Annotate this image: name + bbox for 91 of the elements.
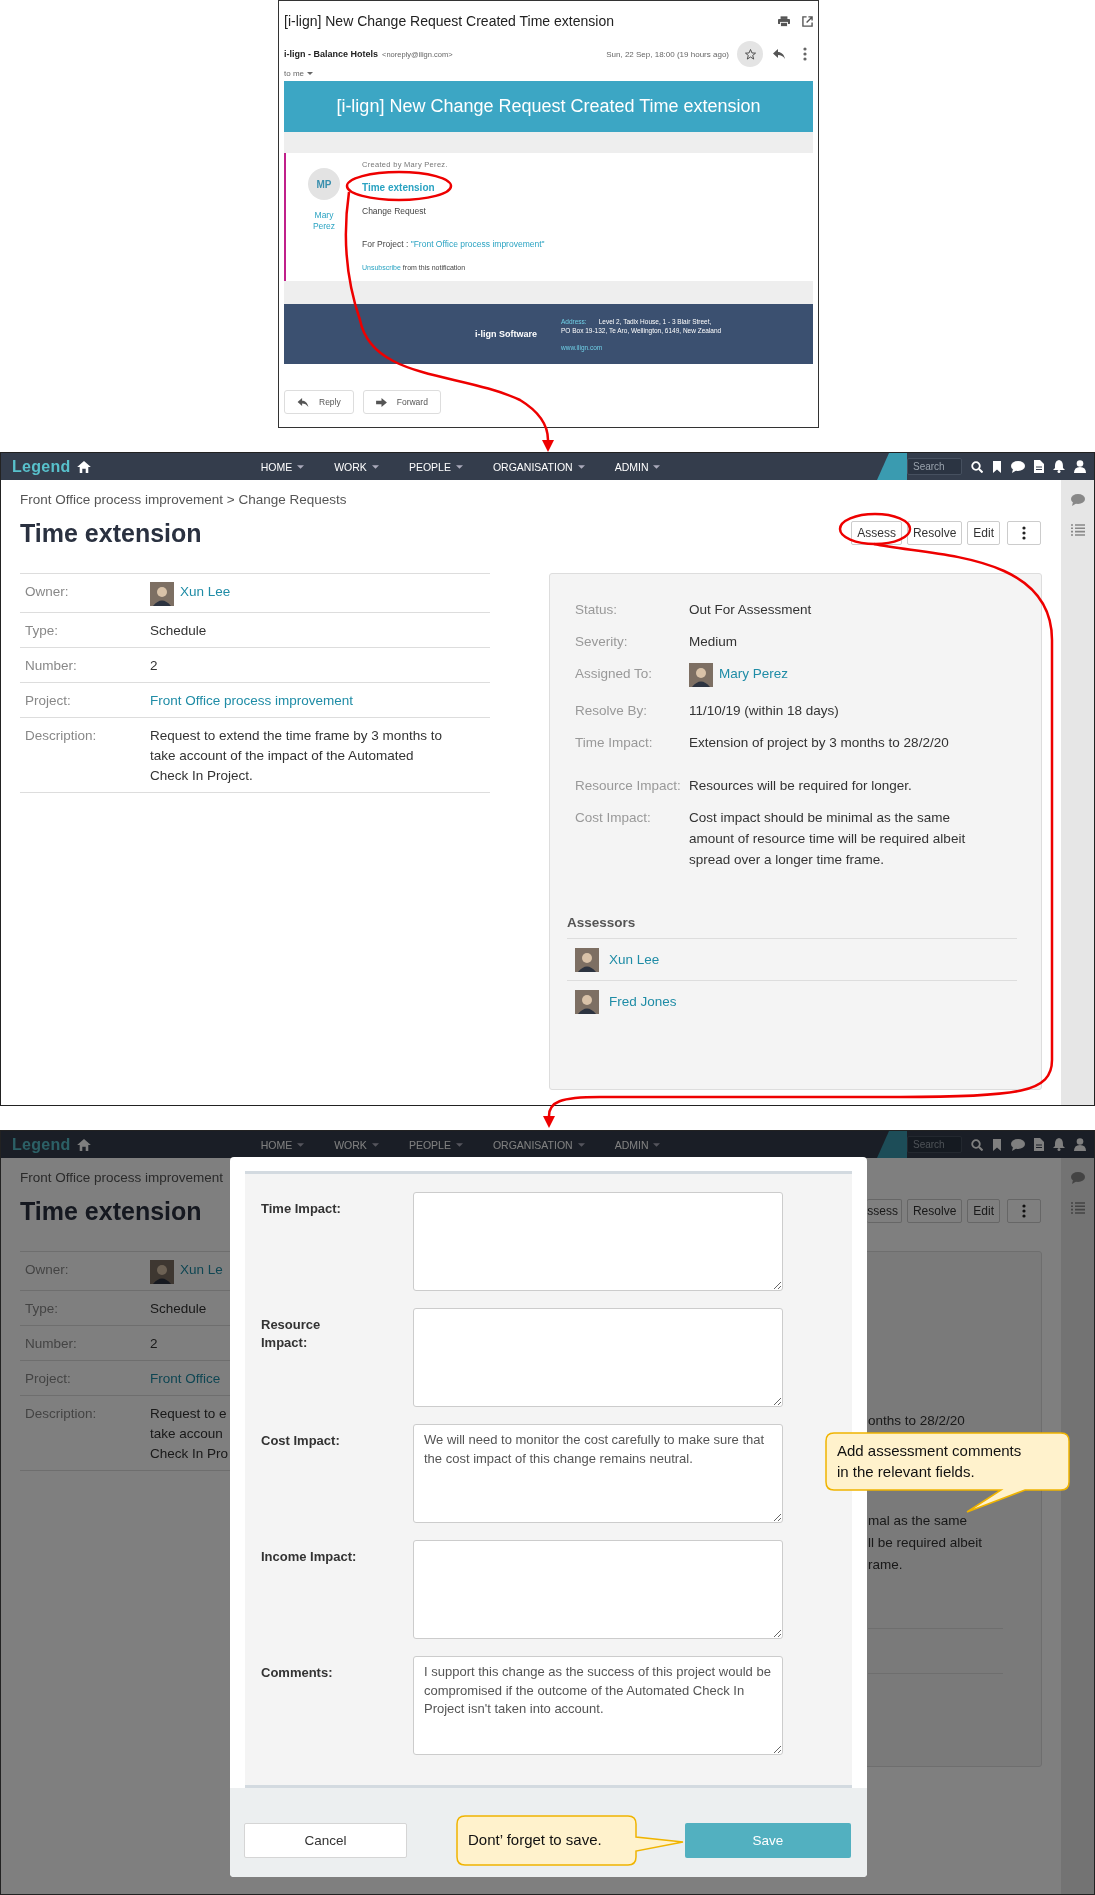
field-label: Project: — [25, 692, 72, 710]
field-value: onths to 28/2/20 — [868, 1412, 966, 1430]
page-title: Time extension — [20, 518, 202, 548]
field-value: Request to e — [150, 1405, 227, 1423]
person-link[interactable]: Xun Lee — [609, 952, 660, 967]
sender-name: i-lign - Balance Hotels — [284, 49, 379, 59]
field-value: rame. — [868, 1556, 904, 1574]
field-value: 2 — [150, 657, 158, 675]
field-label: Owner: — [25, 583, 70, 601]
email-date: Sun, 22 Sep, 18:00 (19 hours ago) — [606, 49, 729, 59]
field-value: take accoun — [150, 1425, 223, 1443]
action-button[interactable]: Edit — [967, 521, 1000, 545]
person-link[interactable]: Mary Perez — [719, 663, 789, 684]
cancel-button[interactable]: Cancel — [244, 1823, 407, 1858]
field-label: Cost Impact: — [261, 1432, 341, 1450]
action-button[interactable]: ssess — [867, 1199, 902, 1223]
initials-avatar: MP — [308, 168, 340, 200]
field-label: Type: — [25, 1300, 60, 1318]
banner-title: [i-lign] New Change Request Created Time extension — [336, 96, 761, 117]
field-value: Request to extend the time frame by 3 months to take account of the impact of the Automated Check In Project. — [150, 727, 443, 785]
field-label: Income Impact: — [261, 1548, 358, 1566]
field-label: Resource Impact: — [575, 777, 682, 795]
nav-menu[interactable]: PEOPLE — [408, 1138, 463, 1151]
action-button[interactable]: Assess — [851, 521, 902, 545]
field-value: Out For Assessment — [689, 601, 812, 619]
nav-menu[interactable]: PEOPLE — [408, 460, 463, 473]
field-label: Project: — [25, 1370, 72, 1388]
page-title: Time extension — [20, 1196, 202, 1226]
author-name[interactable]: Mary Perez — [309, 210, 339, 232]
app-logo[interactable]: Legend — [12, 1135, 71, 1154]
app-logo[interactable]: Legend — [12, 457, 71, 476]
breadcrumb[interactable]: Front Office process improvement — [20, 1169, 224, 1187]
callout-text: Add assessment comments in the relevant fields. — [837, 1441, 1023, 1482]
breadcrumb[interactable]: Front Office process improvement > Change Requests — [20, 491, 347, 509]
field-label: Status: — [575, 601, 619, 619]
field-value: Schedule — [150, 622, 207, 640]
callout-text: Dont’ forget to save. — [468, 1830, 603, 1850]
reply-button[interactable]: Reply — [284, 390, 354, 414]
field-value: 11/10/19 (within 18 days) — [689, 702, 839, 720]
field-value: Medium — [689, 633, 737, 651]
field-label: Description: — [25, 727, 98, 745]
field-label: Resource Impact: — [261, 1316, 322, 1352]
person-link[interactable]: Fred Jones — [609, 994, 677, 1009]
project-link[interactable]: Front Office — [150, 1369, 221, 1389]
nav-menu[interactable]: ORGANISATION — [492, 460, 585, 473]
field-value: 2 — [150, 1335, 158, 1353]
project-line: For Project : "Front Office process improvement" — [362, 238, 545, 250]
nav-menu[interactable]: WORK — [334, 1138, 379, 1151]
action-button[interactable]: Resolve — [906, 521, 963, 545]
section-heading: Assessors — [567, 915, 1017, 939]
company-name: i-lign Software — [475, 329, 537, 339]
email-subject: [i-lign] New Change Request Created Time extension — [284, 13, 614, 29]
nav-menu[interactable]: ORGANISATION — [492, 1138, 585, 1151]
recipient[interactable]: to me — [284, 68, 304, 78]
field-value: Extension of project by 3 months to 28/2/20 — [689, 734, 949, 752]
text-area[interactable]: I support this change as the success of this project would be compromised if the outcome of the Automated Check In Project isn't taken into account. — [413, 1656, 783, 1755]
save-button[interactable]: Save — [685, 1823, 851, 1858]
nav-menu[interactable]: HOME — [260, 460, 305, 473]
field-label: Comments: — [261, 1664, 334, 1682]
person-link[interactable]: Xun Le — [180, 1260, 223, 1284]
field-label: Severity: — [575, 633, 629, 651]
text-area[interactable]: We will need to monitor the cost carefully to make sure that the cost impact of this change remains neutral. — [413, 1424, 783, 1523]
field-value: Check In Pro — [150, 1445, 229, 1463]
action-button[interactable]: Edit — [967, 1199, 1000, 1223]
project-link[interactable]: "Front Office process improvement" — [410, 239, 545, 249]
field-label: Type: — [25, 622, 60, 640]
nav-menu[interactable]: HOME — [260, 1138, 305, 1151]
field-label: Description: — [25, 1405, 98, 1423]
field-value: Resources will be required for longer. — [689, 777, 912, 795]
field-label: Number: — [25, 1335, 78, 1353]
field-label: Number: — [25, 657, 78, 675]
field-label: Time Impact: — [575, 734, 654, 752]
field-label: Owner: — [25, 1261, 70, 1279]
nav-menu[interactable]: ADMIN — [614, 1138, 661, 1151]
action-button[interactable]: Resolve — [906, 1199, 963, 1223]
nav-menu[interactable]: WORK — [334, 460, 379, 473]
nav-menu[interactable]: ADMIN — [614, 460, 661, 473]
field-value: ll be required albeit — [868, 1534, 984, 1552]
field-label: Cost Impact: — [575, 809, 652, 827]
search-field[interactable]: Search — [907, 458, 962, 475]
field-value: Schedule — [150, 1300, 207, 1318]
field-label: Assigned To: — [575, 665, 654, 683]
field-label: Time Impact: — [261, 1200, 342, 1218]
field-value: Cost impact should be minimal as the same amount of resource time will be required albeit spread over a longer time frame. — [689, 809, 967, 869]
project-link[interactable]: Front Office process improvement — [150, 691, 354, 711]
field-label: Resolve By: — [575, 702, 649, 720]
person-link[interactable]: Xun Lee — [180, 582, 231, 602]
item-title-link[interactable]: Time extension — [362, 181, 435, 194]
forward-button[interactable]: Forward — [362, 390, 441, 414]
field-value: mal as the same — [868, 1512, 969, 1530]
item-type: Change Request — [362, 205, 426, 217]
